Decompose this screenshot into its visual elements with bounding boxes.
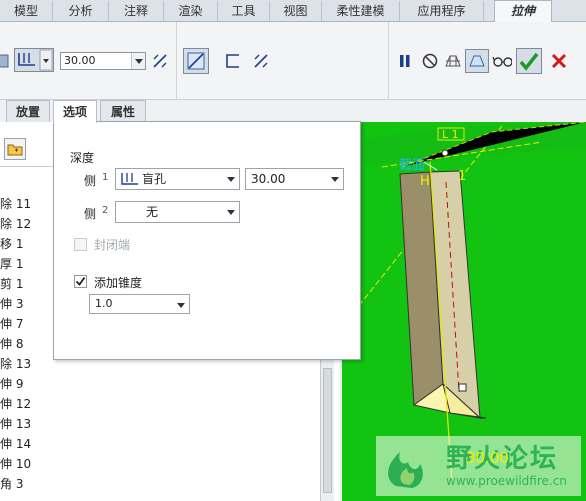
tab-tools[interactable]: 工具 xyxy=(218,1,270,21)
flip-direction-icon[interactable] xyxy=(149,50,171,72)
tab-flexible-modeling[interactable]: 柔性建模 xyxy=(322,1,400,21)
depth-title: 深度 xyxy=(70,151,95,165)
tab-model[interactable]: 模型 xyxy=(0,1,53,21)
tree-item[interactable]: 移 1 xyxy=(0,234,23,254)
verify-preview-icon[interactable] xyxy=(465,49,489,73)
tree-item[interactable]: 除 11 xyxy=(0,194,31,214)
subtab-properties[interactable]: 属性 xyxy=(100,100,146,122)
tree-item[interactable]: 伸 10 xyxy=(0,454,31,474)
flame-logo-icon xyxy=(388,452,423,488)
dimension-depth-value[interactable]: 30.00 xyxy=(466,449,509,467)
capped-ends-checkbox[interactable] xyxy=(74,238,87,251)
label-section: 截面 xyxy=(399,158,425,173)
tree-item[interactable]: 厚 1 xyxy=(0,254,23,274)
side2-label: 侧 xyxy=(84,207,97,221)
subtab-options[interactable]: 选项 xyxy=(53,100,97,123)
remove-material-icon[interactable] xyxy=(183,48,209,74)
tree-scrollbar[interactable] xyxy=(320,360,334,501)
thicken-icon[interactable] xyxy=(222,50,244,72)
blind-depth-icon xyxy=(121,173,138,185)
tree-item[interactable]: 剪 1 xyxy=(0,274,23,294)
tree-item[interactable]: 角 3 xyxy=(0,474,23,494)
scrollbar-thumb[interactable] xyxy=(323,368,332,493)
folder-settings-icon[interactable] xyxy=(4,138,26,160)
geometry-preview-icon[interactable] xyxy=(442,50,464,72)
tree-item[interactable]: 伸 12 xyxy=(0,394,31,414)
extrude-dashboard-toolbar: 30.00 xyxy=(0,22,586,100)
ribbon-tab-bar: 模型 分析 注释 渲染 工具 视图 柔性建模 应用程序 拉伸 xyxy=(0,0,586,23)
capped-ends-label: 封闭端 xyxy=(94,238,131,252)
tab-extrude[interactable]: 拉伸 xyxy=(494,0,552,23)
cancel-x-icon[interactable] xyxy=(548,50,570,72)
side1-depth-value-field[interactable]: 30.00 xyxy=(245,168,344,190)
glasses-icon[interactable] xyxy=(491,50,513,72)
watermark-url: www.proewildfire.cn xyxy=(446,474,567,488)
tree-item[interactable]: 伸 9 xyxy=(0,374,23,394)
dashboard-subtab-bar: 放置 选项 属性 xyxy=(0,100,360,123)
blind-depth-icon[interactable] xyxy=(14,48,54,72)
tab-view[interactable]: 视图 xyxy=(270,1,322,21)
tab-applications[interactable]: 应用程序 xyxy=(400,1,484,21)
side1-depth-type-select[interactable]: 盲孔 xyxy=(115,168,240,190)
side2-depth-type-select[interactable]: 无 xyxy=(115,201,240,223)
tree-item[interactable]: 伸 7 xyxy=(0,314,23,334)
tree-item[interactable]: 除 13 xyxy=(0,354,31,374)
tree-item[interactable]: 伸 14 xyxy=(0,434,31,454)
ok-check-icon[interactable] xyxy=(516,48,542,74)
tab-render[interactable]: 渲染 xyxy=(164,1,218,21)
side1-number: 1 xyxy=(102,172,109,183)
depth-value-field[interactable]: 30.00 xyxy=(60,52,146,70)
subtab-placement[interactable]: 放置 xyxy=(6,100,50,122)
label-H: H xyxy=(420,174,430,189)
pause-icon[interactable] xyxy=(394,50,416,72)
flip-thickness-icon[interactable] xyxy=(250,50,272,72)
options-panel: 深度 侧 1 盲孔 30.00 侧 2 无 封闭端 添加锥度 1.0 xyxy=(53,121,361,360)
tab-annotate[interactable]: 注释 xyxy=(109,1,164,21)
tab-analysis[interactable]: 分析 xyxy=(53,1,109,21)
label-L1: L 1 xyxy=(442,128,459,141)
add-taper-checkbox[interactable] xyxy=(74,275,87,288)
side2-number: 2 xyxy=(102,205,109,216)
no-preview-icon[interactable] xyxy=(419,50,441,72)
label-1: 1 xyxy=(458,169,466,184)
side1-label: 侧 xyxy=(84,174,97,188)
tree-item[interactable]: 伸 8 xyxy=(0,334,23,354)
tree-item[interactable]: 伸 3 xyxy=(0,294,23,314)
taper-angle-field[interactable]: 1.0 xyxy=(89,294,190,314)
tree-item[interactable]: 伸 13 xyxy=(0,414,31,434)
tree-item[interactable]: 除 12 xyxy=(0,214,31,234)
check-mark-icon xyxy=(75,276,86,286)
add-taper-label: 添加锥度 xyxy=(94,276,143,290)
solid-icon[interactable] xyxy=(0,50,12,72)
